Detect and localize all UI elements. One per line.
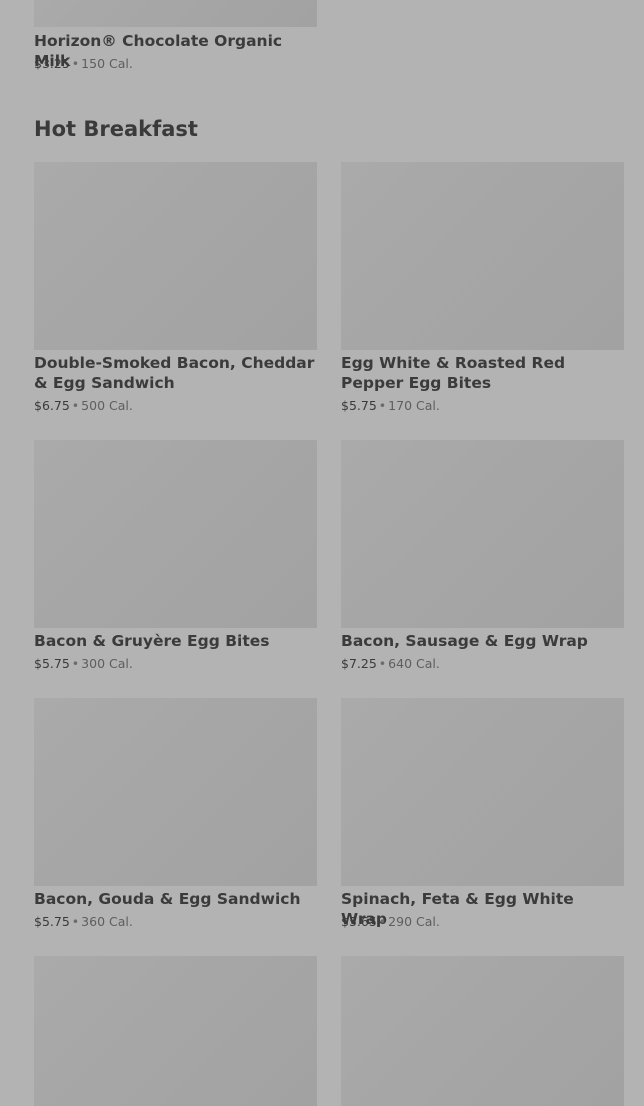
menu-item-meta: $5.75 • 300 Cal.: [34, 656, 133, 672]
menu-item-image[interactable]: [341, 440, 624, 628]
item-calories: 640 Cal.: [388, 656, 440, 671]
menu-item-name[interactable]: Bacon, Gouda & Egg Sandwich: [34, 889, 317, 909]
menu-item-meta: $5.75 • 170 Cal.: [341, 398, 440, 414]
item-price: $7.25: [341, 656, 377, 671]
item-price: $5.75: [341, 398, 377, 413]
menu-item-name[interactable]: Egg White & Roasted Red Pepper Egg Bites: [341, 353, 624, 393]
separator-dot: •: [378, 914, 387, 929]
menu-item-name[interactable]: Bacon, Sausage & Egg Wrap: [341, 631, 624, 651]
menu-item-image[interactable]: [34, 956, 317, 1106]
item-calories: 360 Cal.: [81, 914, 133, 929]
menu-item-name[interactable]: Double-Smoked Bacon, Cheddar & Egg Sandw…: [34, 353, 317, 393]
menu-item-image[interactable]: [34, 0, 317, 27]
item-price: $5.75: [34, 656, 70, 671]
menu-item-image[interactable]: [341, 162, 624, 350]
separator-dot: •: [71, 56, 80, 71]
menu-item-image[interactable]: [34, 698, 317, 886]
item-price: $5.65: [341, 914, 377, 929]
section-title-hot-breakfast: Hot Breakfast: [34, 117, 198, 141]
separator-dot: •: [378, 656, 387, 671]
item-calories: 150 Cal.: [81, 56, 133, 71]
item-calories: 290 Cal.: [388, 914, 440, 929]
separator-dot: •: [71, 398, 80, 413]
separator-dot: •: [378, 398, 387, 413]
item-price: $6.75: [34, 398, 70, 413]
separator-dot: •: [71, 656, 80, 671]
menu-item-name[interactable]: Bacon & Gruyère Egg Bites: [34, 631, 317, 651]
menu-item-meta: $5.65 • 290 Cal.: [341, 914, 440, 930]
menu-item-image[interactable]: [341, 698, 624, 886]
item-calories: 500 Cal.: [81, 398, 133, 413]
menu-item-meta: $7.25 • 640 Cal.: [341, 656, 440, 672]
menu-item-image[interactable]: [34, 162, 317, 350]
menu-item-image[interactable]: [34, 440, 317, 628]
separator-dot: •: [71, 914, 80, 929]
menu-item-image[interactable]: [341, 956, 624, 1106]
menu-item-meta: $6.75 • 500 Cal.: [34, 398, 133, 414]
item-price: $5.75: [34, 914, 70, 929]
menu-item-meta: $5.75 • 360 Cal.: [34, 914, 133, 930]
item-calories: 300 Cal.: [81, 656, 133, 671]
item-calories: 170 Cal.: [388, 398, 440, 413]
menu-item-meta: $3.25 • 150 Cal.: [34, 56, 133, 72]
item-price: $3.25: [34, 56, 70, 71]
